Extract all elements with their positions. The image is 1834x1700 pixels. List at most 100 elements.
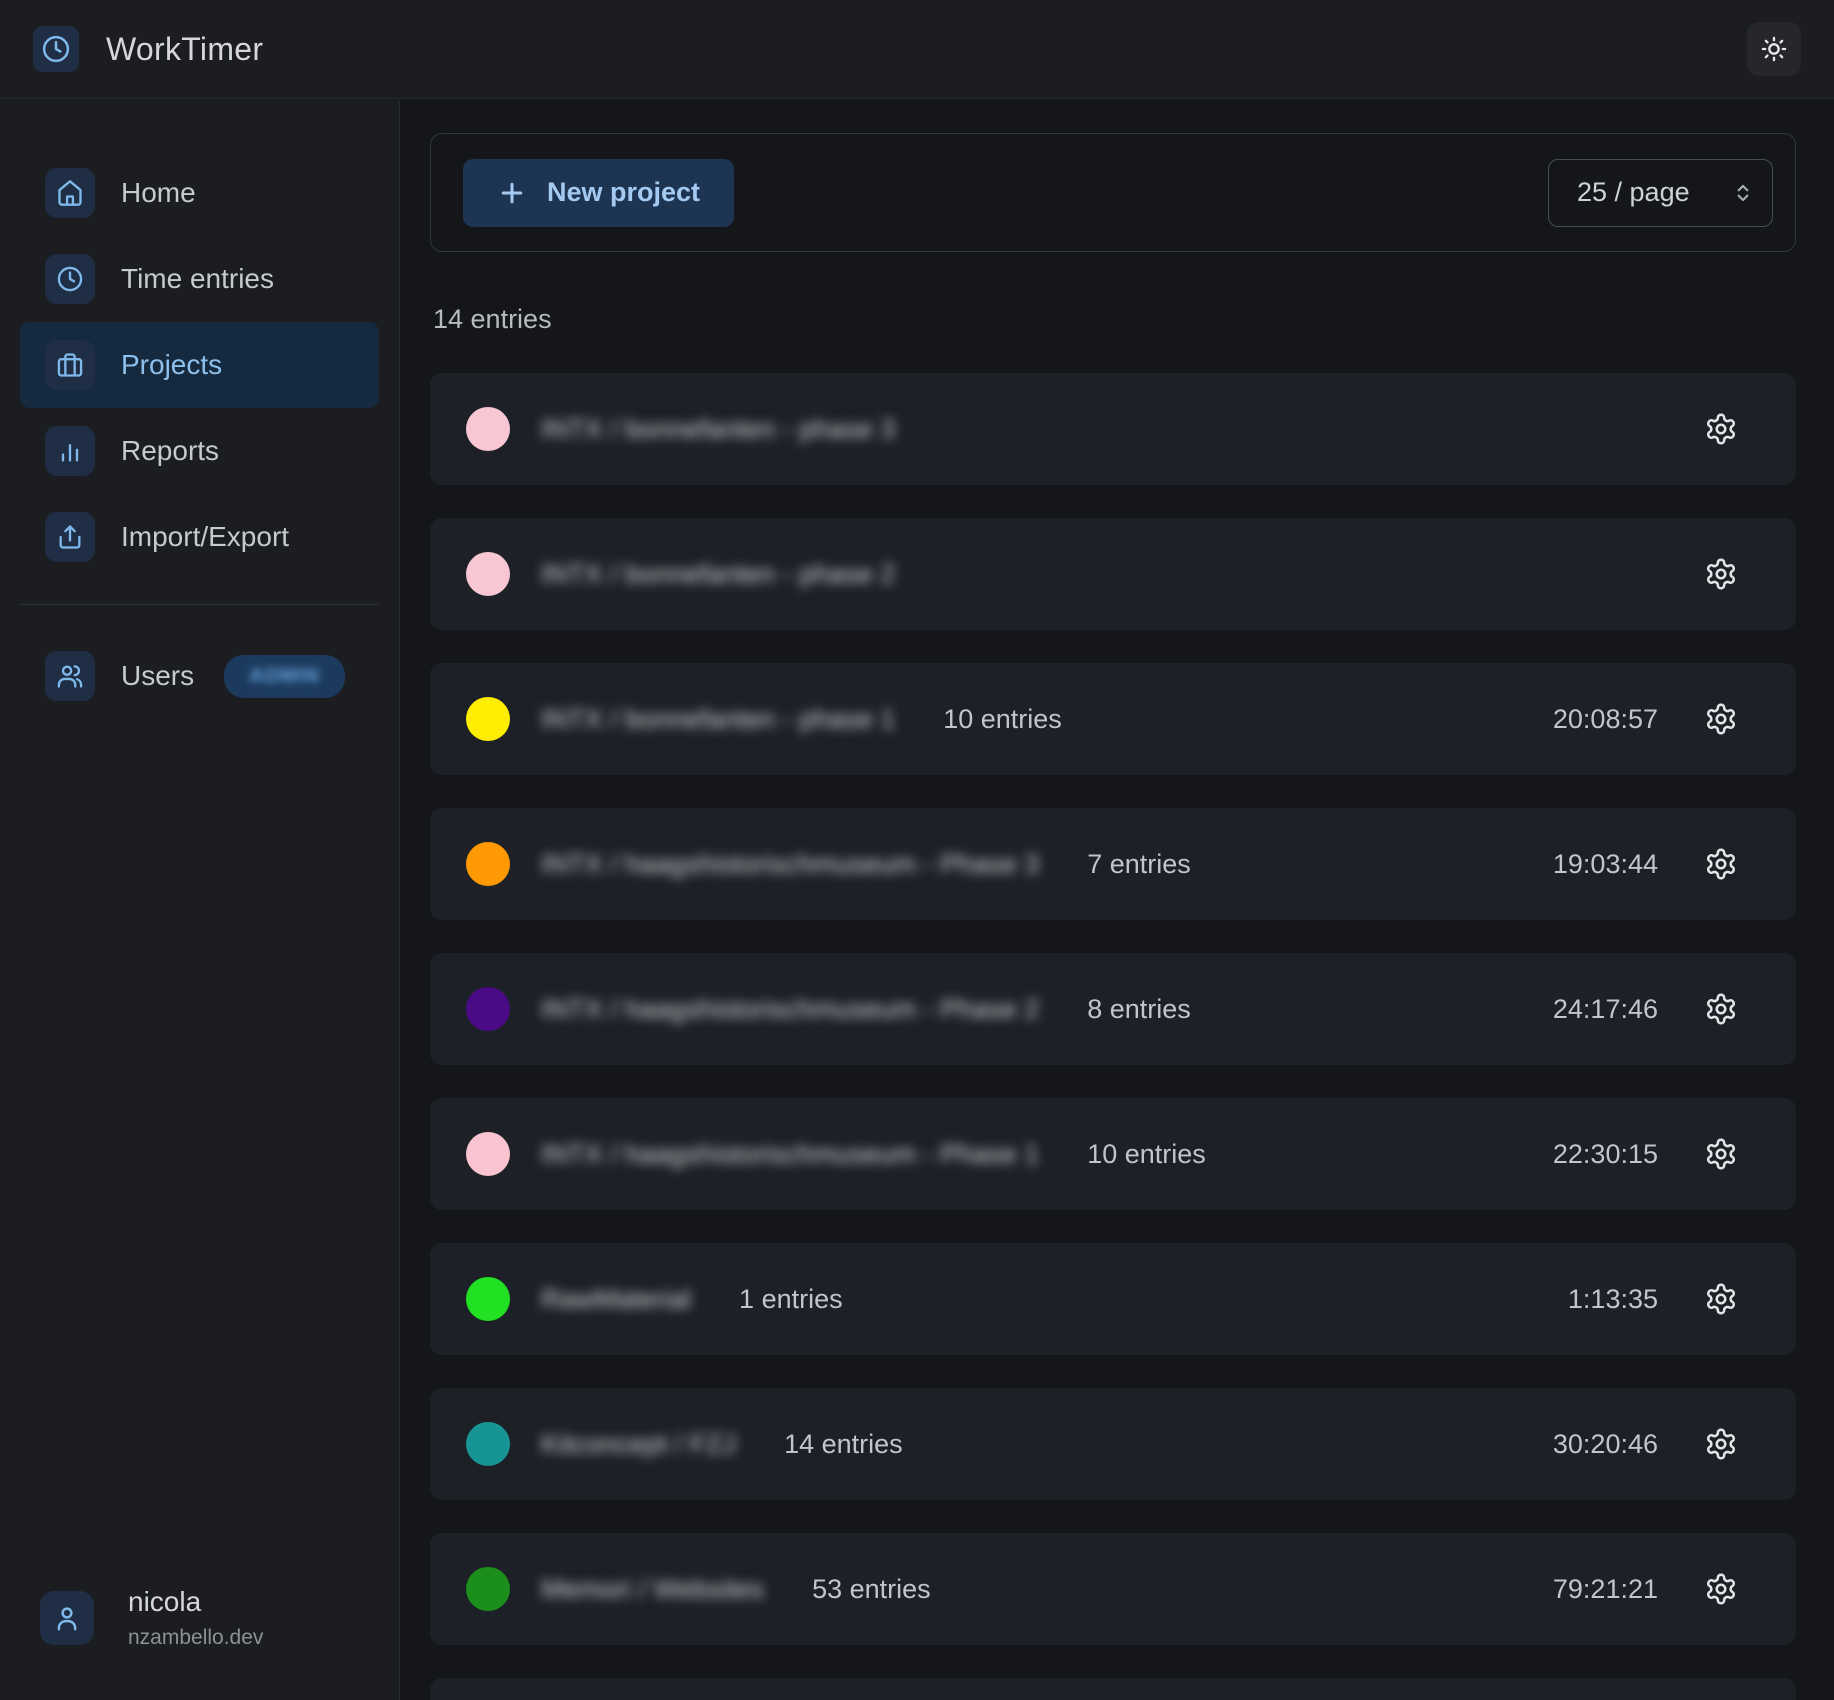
table-row[interactable]: INTX / bonnefanten - phase 1 10 entries … <box>430 663 1796 775</box>
briefcase-icon <box>56 351 84 379</box>
chevrons-up-down-icon <box>1730 180 1756 206</box>
page-size-select[interactable]: 25 / page <box>1548 159 1773 227</box>
table-row[interactable]: INTX / haagshistorischmuseum - Phase 3 7… <box>430 808 1796 920</box>
admin-badge: ADMIN <box>224 655 345 698</box>
project-settings-button[interactable] <box>1704 702 1738 736</box>
sidebar-admin-nav: Users ADMIN <box>0 633 399 719</box>
project-total-time: 22:30:15 <box>1553 1139 1658 1170</box>
table-row[interactable]: Kitconcept / FZJ 14 entries 30:20:46 <box>430 1388 1796 1500</box>
project-settings-button[interactable] <box>1704 557 1738 591</box>
project-settings-button[interactable] <box>1704 847 1738 881</box>
sun-icon <box>1760 35 1788 63</box>
clock-logo-icon <box>33 26 79 72</box>
app-brand[interactable]: WorkTimer <box>33 26 263 72</box>
project-color-dot <box>466 842 510 886</box>
sidebar-item-label: Users <box>121 660 194 692</box>
gear-icon <box>1704 992 1738 1026</box>
project-name: RawMaterial <box>541 1284 691 1315</box>
project-name: INTX / bonnefanten - phase 1 <box>541 704 895 735</box>
project-list: INTX / bonnefanten - phase 3 INTX / bonn… <box>430 373 1796 1700</box>
project-name: INTX / bonnefanten - phase 3 <box>541 414 895 445</box>
project-settings-button[interactable] <box>1704 992 1738 1026</box>
project-name: INTX / haagshistorischmuseum - Phase 2 <box>541 994 1039 1025</box>
topbar: WorkTimer <box>0 0 1834 99</box>
avatar <box>40 1591 94 1645</box>
table-row[interactable]: INTX / haagshistorischmuseum - Phase 2 8… <box>430 953 1796 1065</box>
sidebar-item-label: Import/Export <box>121 521 289 553</box>
table-row-partial[interactable] <box>430 1678 1796 1700</box>
project-color-dot <box>466 987 510 1031</box>
project-total-time: 24:17:46 <box>1553 994 1658 1025</box>
sidebar-item-home[interactable]: Home <box>20 150 379 236</box>
project-settings-button[interactable] <box>1704 1427 1738 1461</box>
sidebar-item-projects[interactable]: Projects <box>20 322 379 408</box>
project-total-time: 19:03:44 <box>1553 849 1658 880</box>
project-entries-count: 10 entries <box>943 704 1062 735</box>
project-name: INTX / haagshistorischmuseum - Phase 3 <box>541 849 1039 880</box>
table-row[interactable]: INTX / bonnefanten - phase 3 <box>430 373 1796 485</box>
project-entries-count: 53 entries <box>812 1574 931 1605</box>
project-name: INTX / bonnefanten - phase 2 <box>541 559 895 590</box>
project-name: Kitconcept / FZJ <box>541 1429 736 1460</box>
project-settings-button[interactable] <box>1704 1572 1738 1606</box>
project-entries-count: 14 entries <box>784 1429 903 1460</box>
gear-icon <box>1704 557 1738 591</box>
project-color-dot <box>466 697 510 741</box>
project-color-dot <box>466 407 510 451</box>
entries-count: 14 entries <box>433 304 1796 335</box>
table-row[interactable]: Memori / Websites 53 entries 79:21:21 <box>430 1533 1796 1645</box>
user-name: nicola <box>128 1586 263 1618</box>
project-settings-button[interactable] <box>1704 1282 1738 1316</box>
project-color-dot <box>466 1132 510 1176</box>
user-info[interactable]: nicola nzambello.dev <box>0 1586 399 1650</box>
sidebar: Home Time entries Projects Reports Impor… <box>0 100 400 1700</box>
gear-icon <box>1704 1282 1738 1316</box>
gear-icon <box>1704 1427 1738 1461</box>
project-entries-count: 7 entries <box>1087 849 1191 880</box>
gear-icon <box>1704 847 1738 881</box>
project-color-dot <box>466 1422 510 1466</box>
project-entries-count: 10 entries <box>1087 1139 1206 1170</box>
user-domain: nzambello.dev <box>128 1626 263 1650</box>
app-title: WorkTimer <box>106 31 263 68</box>
project-color-dot <box>466 1277 510 1321</box>
table-row[interactable]: RawMaterial 1 entries 1:13:35 <box>430 1243 1796 1355</box>
main-content: New project 25 / page 14 entries INTX / … <box>401 100 1834 1700</box>
project-settings-button[interactable] <box>1704 1137 1738 1171</box>
gear-icon <box>1704 1572 1738 1606</box>
project-total-time: 1:13:35 <box>1568 1284 1658 1315</box>
sidebar-item-time-entries[interactable]: Time entries <box>20 236 379 322</box>
sidebar-item-users[interactable]: Users ADMIN <box>20 633 379 719</box>
sidebar-item-import-export[interactable]: Import/Export <box>20 494 379 580</box>
sidebar-item-label: Time entries <box>121 263 274 295</box>
sidebar-item-reports[interactable]: Reports <box>20 408 379 494</box>
sidebar-item-label: Projects <box>121 349 222 381</box>
theme-toggle-button[interactable] <box>1747 22 1801 76</box>
gear-icon <box>1704 702 1738 736</box>
project-total-time: 30:20:46 <box>1553 1429 1658 1460</box>
sidebar-divider <box>20 604 379 605</box>
project-entries-count: 1 entries <box>739 1284 843 1315</box>
projects-toolbar: New project 25 / page <box>430 133 1796 252</box>
house-icon <box>56 179 84 207</box>
sidebar-nav: Home Time entries Projects Reports Impor… <box>0 150 399 580</box>
project-name: INTX / haagshistorischmuseum - Phase 1 <box>541 1139 1039 1170</box>
project-name: Memori / Websites <box>541 1574 764 1605</box>
sidebar-item-label: Reports <box>121 435 219 467</box>
table-row[interactable]: INTX / haagshistorischmuseum - Phase 1 1… <box>430 1098 1796 1210</box>
table-row[interactable]: INTX / bonnefanten - phase 2 <box>430 518 1796 630</box>
plus-icon <box>497 178 527 208</box>
project-entries-count: 8 entries <box>1087 994 1191 1025</box>
project-color-dot <box>466 1567 510 1611</box>
sidebar-item-label: Home <box>121 177 196 209</box>
clock-icon <box>56 265 84 293</box>
project-total-time: 20:08:57 <box>1553 704 1658 735</box>
gear-icon <box>1704 1137 1738 1171</box>
project-color-dot <box>466 552 510 596</box>
project-total-time: 79:21:21 <box>1553 1574 1658 1605</box>
project-settings-button[interactable] <box>1704 412 1738 446</box>
page-size-value: 25 / page <box>1577 177 1690 208</box>
new-project-button[interactable]: New project <box>463 159 734 227</box>
upload-icon <box>56 523 84 551</box>
user-icon <box>52 1603 82 1633</box>
